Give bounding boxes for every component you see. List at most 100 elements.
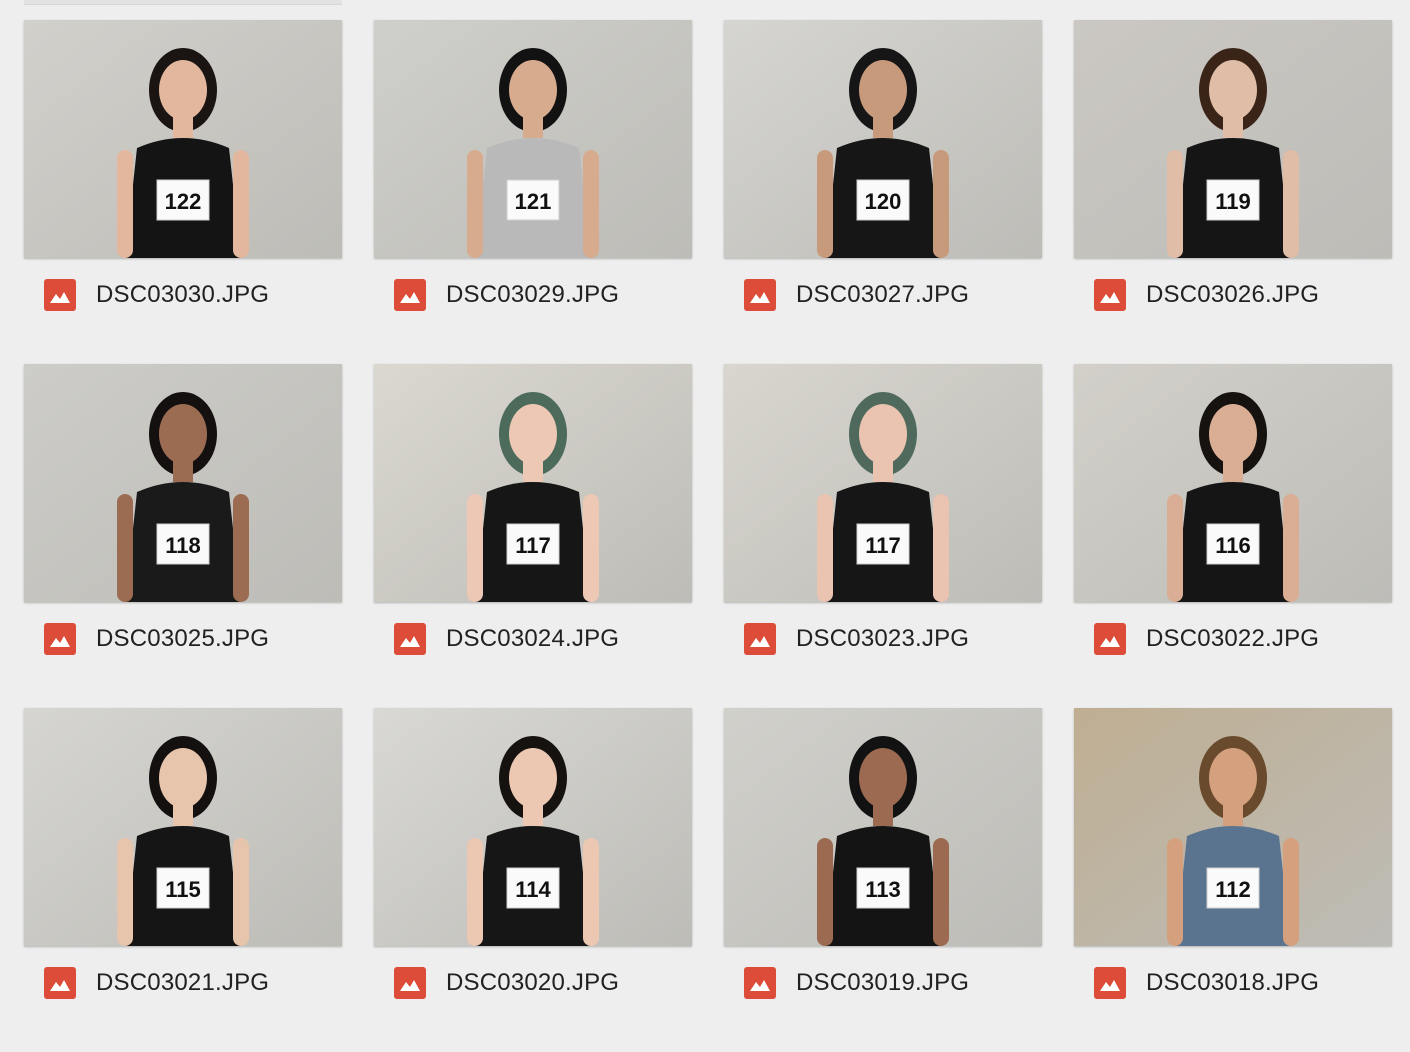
image-file-icon bbox=[1094, 279, 1126, 311]
file-label-row[interactable]: DSC03029.JPG bbox=[394, 278, 619, 312]
photo-image: 119 bbox=[1074, 20, 1392, 258]
photo-image: 116 bbox=[1074, 364, 1392, 602]
photo-person-face bbox=[509, 60, 557, 120]
file-card[interactable]: 115 DSC03021.JPG bbox=[24, 708, 342, 1052]
image-file-icon bbox=[394, 967, 426, 999]
photo-person-arm bbox=[233, 838, 249, 946]
file-label-row[interactable]: DSC03026.JPG bbox=[1094, 278, 1319, 312]
file-name: DSC03025.JPG bbox=[96, 625, 270, 652]
photo-image: 121 bbox=[374, 20, 692, 258]
photo-person-arm bbox=[933, 838, 949, 946]
file-card[interactable]: 118 DSC03025.JPG bbox=[24, 364, 342, 708]
icon-background bbox=[394, 279, 426, 311]
icon-background bbox=[1094, 279, 1126, 311]
icon-background bbox=[744, 623, 776, 655]
file-label-row[interactable]: DSC03021.JPG bbox=[44, 966, 269, 1000]
file-label-row[interactable]: DSC03027.JPG bbox=[744, 278, 969, 312]
file-name: DSC03023.JPG bbox=[796, 625, 970, 652]
image-file-icon bbox=[744, 279, 776, 311]
photo-bib-number: 113 bbox=[865, 877, 901, 902]
photo-person-face bbox=[1209, 60, 1257, 120]
icon-background bbox=[394, 623, 426, 655]
photo-image: 114 bbox=[374, 708, 692, 946]
file-card[interactable]: 121 DSC03029.JPG bbox=[374, 20, 692, 364]
photo-person-arm bbox=[933, 494, 949, 602]
photo-person-face bbox=[509, 748, 557, 808]
photo-bib-number: 112 bbox=[1215, 877, 1251, 902]
photo-person-arm bbox=[1283, 838, 1299, 946]
file-label-row[interactable]: DSC03024.JPG bbox=[394, 622, 619, 656]
file-name: DSC03018.JPG bbox=[1146, 969, 1320, 996]
image-file-icon bbox=[44, 967, 76, 999]
photo-person-arm bbox=[817, 150, 833, 258]
file-card[interactable]: 112 DSC03018.JPG bbox=[1074, 708, 1392, 1052]
icon-background bbox=[1094, 623, 1126, 655]
photo-person-face bbox=[859, 748, 907, 808]
file-name: DSC03030.JPG bbox=[96, 281, 270, 308]
photo-thumbnail[interactable]: 117 bbox=[724, 364, 1042, 602]
file-card[interactable]: 120 DSC03027.JPG bbox=[724, 20, 1042, 364]
photo-person-arm bbox=[933, 150, 949, 258]
photo-person-arm bbox=[583, 838, 599, 946]
photo-thumbnail[interactable]: 114 bbox=[374, 708, 692, 946]
photo-thumbnail[interactable]: 117 bbox=[374, 364, 692, 602]
photo-person-arm bbox=[233, 150, 249, 258]
image-file-icon bbox=[44, 279, 76, 311]
file-name: DSC03027.JPG bbox=[796, 281, 970, 308]
image-file-icon bbox=[744, 967, 776, 999]
file-card[interactable]: 122 DSC03030.JPG bbox=[24, 20, 342, 364]
photo-bib-number: 114 bbox=[515, 877, 551, 902]
photo-person-arm bbox=[1283, 150, 1299, 258]
photo-person-arm bbox=[117, 150, 133, 258]
photo-person-arm bbox=[817, 494, 833, 602]
photo-bib-number: 116 bbox=[1215, 533, 1251, 558]
file-label-row[interactable]: DSC03023.JPG bbox=[744, 622, 969, 656]
file-label-row[interactable]: DSC03022.JPG bbox=[1094, 622, 1319, 656]
photo-image: 115 bbox=[24, 708, 342, 946]
photo-thumbnail[interactable]: 112 bbox=[1074, 708, 1392, 946]
file-card[interactable]: 114 DSC03020.JPG bbox=[374, 708, 692, 1052]
photo-person-arm bbox=[1167, 494, 1183, 602]
file-name: DSC03021.JPG bbox=[96, 969, 270, 996]
photo-thumbnail[interactable]: 119 bbox=[1074, 20, 1392, 258]
image-file-icon bbox=[44, 623, 76, 655]
photo-thumbnail[interactable]: 113 bbox=[724, 708, 1042, 946]
file-name: DSC03022.JPG bbox=[1146, 625, 1320, 652]
photo-person-arm bbox=[817, 838, 833, 946]
image-file-icon bbox=[744, 623, 776, 655]
file-label-row[interactable]: DSC03019.JPG bbox=[744, 966, 969, 1000]
file-label-row[interactable]: DSC03030.JPG bbox=[44, 278, 269, 312]
photo-person-face bbox=[159, 404, 207, 464]
file-label-row[interactable]: DSC03025.JPG bbox=[44, 622, 269, 656]
file-name: DSC03024.JPG bbox=[446, 625, 620, 652]
file-card[interactable]: 117 DSC03023.JPG bbox=[724, 364, 1042, 708]
file-card[interactable]: 117 DSC03024.JPG bbox=[374, 364, 692, 708]
photo-image: 112 bbox=[1074, 708, 1392, 946]
photo-person-arm bbox=[117, 494, 133, 602]
file-label-row[interactable]: DSC03018.JPG bbox=[1094, 966, 1319, 1000]
photo-image: 120 bbox=[724, 20, 1042, 258]
file-card[interactable]: 113 DSC03019.JPG bbox=[724, 708, 1042, 1052]
photo-thumbnail[interactable]: 116 bbox=[1074, 364, 1392, 602]
image-file-icon bbox=[394, 623, 426, 655]
photo-person-arm bbox=[1283, 494, 1299, 602]
photo-person-face bbox=[1209, 404, 1257, 464]
photo-thumbnail[interactable]: 121 bbox=[374, 20, 692, 258]
photo-person-face bbox=[859, 60, 907, 120]
photo-bib-number: 118 bbox=[165, 533, 201, 558]
photo-thumbnail[interactable]: 118 bbox=[24, 364, 342, 602]
photo-person-arm bbox=[583, 494, 599, 602]
photo-thumbnail[interactable]: 115 bbox=[24, 708, 342, 946]
photo-person-face bbox=[859, 404, 907, 464]
photo-thumbnail[interactable]: 120 bbox=[724, 20, 1042, 258]
file-card[interactable]: 119 DSC03026.JPG bbox=[1074, 20, 1392, 364]
icon-background bbox=[394, 967, 426, 999]
photo-person-arm bbox=[467, 838, 483, 946]
icon-background bbox=[1094, 967, 1126, 999]
photo-bib-number: 117 bbox=[865, 533, 901, 558]
file-label-row[interactable]: DSC03020.JPG bbox=[394, 966, 619, 1000]
file-card[interactable]: 116 DSC03022.JPG bbox=[1074, 364, 1392, 708]
photo-bib-number: 122 bbox=[165, 189, 202, 214]
photo-image: 122 bbox=[24, 20, 342, 258]
photo-thumbnail[interactable]: 122 bbox=[24, 20, 342, 258]
